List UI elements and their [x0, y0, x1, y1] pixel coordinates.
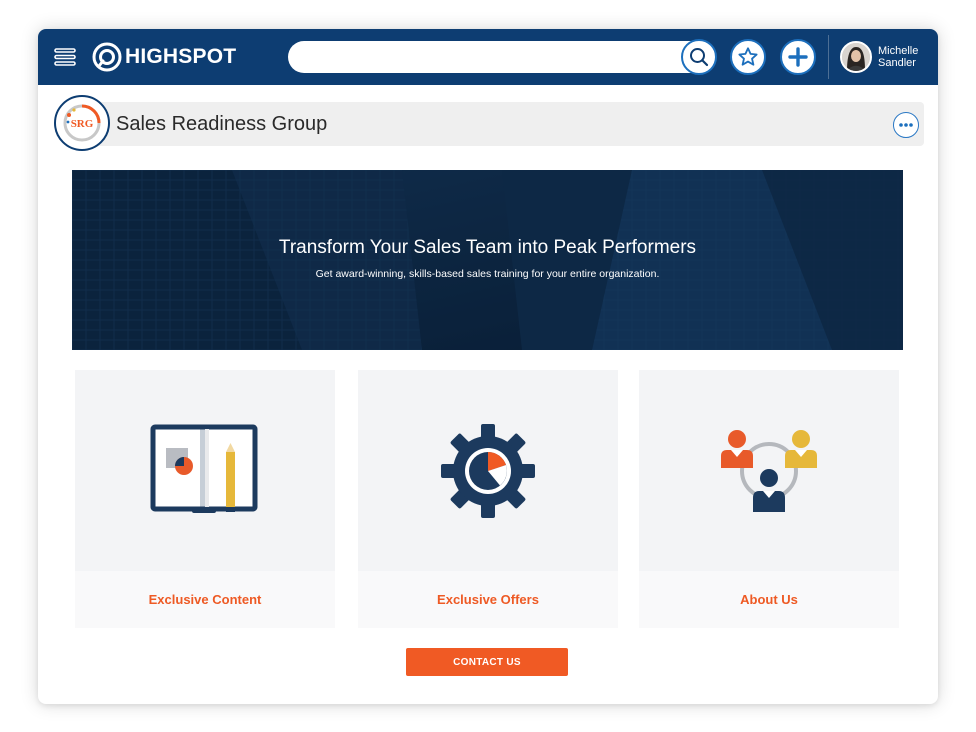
more-options-button[interactable]: [893, 112, 919, 138]
card-image: [639, 370, 899, 571]
card-label: Exclusive Content: [148, 592, 262, 607]
presentation-board-icon: [150, 424, 258, 513]
group-title: Sales Readiness Group: [116, 113, 328, 135]
top-nav-bar: HIGHSPOT Michelle Sandler: [38, 29, 938, 85]
brand-name: HIGHSPOT: [125, 45, 237, 68]
add-button[interactable]: [780, 39, 816, 75]
hero-background-image: [72, 170, 903, 350]
search-input[interactable]: [288, 41, 716, 73]
search-icon: [690, 48, 709, 67]
plus-icon: [788, 47, 808, 67]
ellipsis-icon: [899, 123, 913, 127]
card-label: About Us: [740, 592, 798, 607]
avatar-photo-icon: [842, 43, 870, 71]
team-people-icon: [721, 429, 817, 512]
card-exclusive-offers[interactable]: Exclusive Offers: [358, 370, 618, 628]
favorites-button[interactable]: [730, 39, 766, 75]
search-button[interactable]: [681, 39, 717, 75]
card-exclusive-content[interactable]: Exclusive Content: [75, 370, 335, 628]
card-image: [75, 370, 335, 571]
hero-subtitle: Get award-winning, skills-based sales tr…: [315, 268, 660, 280]
user-first-name: Michelle: [878, 45, 919, 57]
star-icon: [738, 47, 758, 66]
group-logo-text: SRG: [71, 118, 94, 130]
group-logo[interactable]: SRG: [54, 95, 110, 151]
nav-divider: [828, 35, 829, 79]
card-label: Exclusive Offers: [437, 592, 539, 607]
app-window: HIGHSPOT Michelle Sandler SRG Sales Read…: [38, 29, 938, 704]
highspot-logo[interactable]: HIGHSPOT: [92, 41, 236, 73]
card-image: [358, 370, 618, 571]
user-profile-menu[interactable]: Michelle Sandler: [840, 41, 938, 73]
card-footer: Exclusive Content: [75, 571, 335, 628]
highspot-logo-icon: [92, 42, 122, 72]
avatar: [840, 41, 872, 73]
hero-banner: Transform Your Sales Team into Peak Perf…: [72, 170, 903, 350]
user-last-name: Sandler: [878, 57, 916, 69]
hero-title: Transform Your Sales Team into Peak Perf…: [278, 237, 697, 258]
contact-us-button[interactable]: CONTACT US: [406, 648, 568, 676]
card-about-us[interactable]: About Us: [639, 370, 899, 628]
card-footer: About Us: [639, 571, 899, 628]
hamburger-menu-icon[interactable]: [54, 47, 76, 67]
srg-logo-icon: SRG: [63, 104, 101, 142]
card-footer: Exclusive Offers: [358, 571, 618, 628]
user-name: Michelle Sandler: [878, 45, 938, 69]
gear-pie-chart-icon: [441, 423, 535, 518]
